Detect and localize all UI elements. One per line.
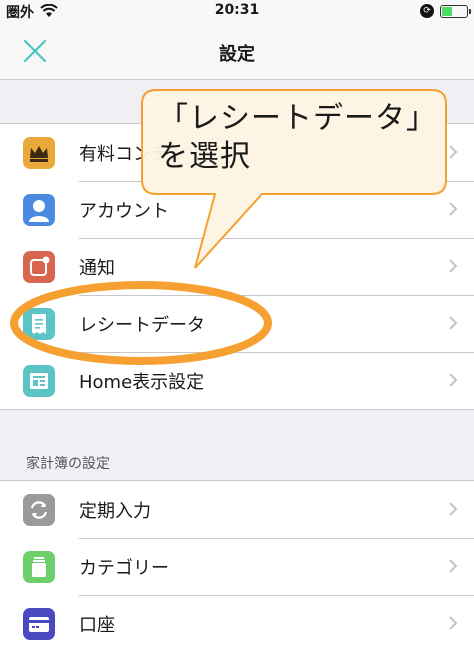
category-icon bbox=[23, 551, 55, 583]
chevron-right-icon bbox=[449, 559, 458, 573]
section-header: 家計簿の設定 bbox=[26, 456, 110, 472]
crown-icon bbox=[23, 137, 55, 169]
row-label: Home表示設定 bbox=[79, 372, 205, 393]
settings-row-category[interactable]: カテゴリー bbox=[0, 538, 474, 595]
settings-row-recurring[interactable]: 定期入力 bbox=[0, 481, 474, 538]
settings-row-receipt-data[interactable]: レシートデータ bbox=[0, 295, 474, 352]
recurring-icon bbox=[23, 494, 55, 526]
notification-icon bbox=[23, 251, 55, 283]
settings-row-premium[interactable]: 有料コンテンツ bbox=[0, 124, 474, 181]
row-label: 口座 bbox=[79, 615, 115, 636]
status-bar: 圏外 20:31 ⟳ bbox=[0, 0, 474, 22]
navigation-bar: 設定 bbox=[0, 22, 474, 80]
chevron-right-icon bbox=[449, 145, 458, 159]
settings-row-notification[interactable]: 通知 bbox=[0, 238, 474, 295]
settings-row-account-card[interactable]: 口座 bbox=[0, 595, 474, 652]
row-label: カテゴリー bbox=[79, 558, 169, 579]
chevron-right-icon bbox=[449, 502, 458, 516]
row-label: 定期入力 bbox=[79, 501, 151, 522]
row-label: 有料コンテンツ bbox=[79, 144, 205, 165]
person-icon bbox=[23, 194, 55, 226]
settings-row-account[interactable]: アカウント bbox=[0, 181, 474, 238]
row-label: レシートデータ bbox=[79, 315, 205, 336]
settings-row-home-display[interactable]: Home表示設定 bbox=[0, 352, 474, 409]
chevron-right-icon bbox=[449, 616, 458, 630]
page-title: 設定 bbox=[219, 44, 255, 65]
account-card-icon bbox=[23, 608, 55, 640]
row-label: 通知 bbox=[79, 258, 115, 279]
row-label: アカウント bbox=[79, 201, 169, 222]
clock: 20:31 bbox=[214, 2, 260, 18]
chevron-right-icon bbox=[449, 373, 458, 387]
settings-group-household: 定期入力 カテゴリー 口座 bbox=[0, 480, 474, 652]
receipt-icon bbox=[23, 308, 55, 340]
battery-icon bbox=[440, 4, 471, 18]
rotation-lock-icon: ⟳ bbox=[420, 4, 434, 18]
chevron-right-icon bbox=[449, 202, 458, 216]
settings-group-main: 有料コンテンツ アカウント 通知 レシートデータ Home表示設定 bbox=[0, 123, 474, 410]
home-layout-icon bbox=[23, 365, 55, 397]
chevron-right-icon bbox=[449, 259, 458, 273]
chevron-right-icon bbox=[449, 316, 458, 330]
